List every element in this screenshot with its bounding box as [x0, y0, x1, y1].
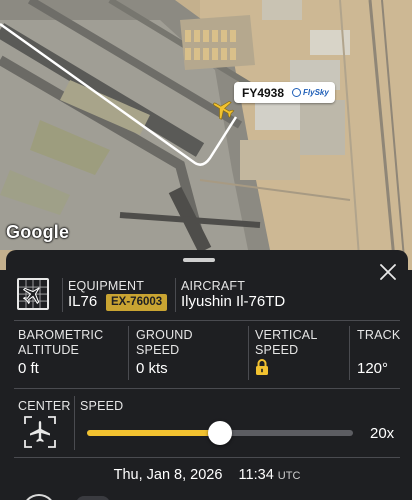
- airline-logo: FlySky: [292, 88, 329, 97]
- divider: [74, 396, 75, 450]
- speed-slider-fill: [87, 430, 220, 436]
- divider: [248, 326, 249, 380]
- divider: [14, 320, 400, 321]
- divider: [128, 326, 129, 380]
- stat-label: GROUND: [136, 328, 193, 342]
- equipment-label: EQUIPMENT: [68, 279, 145, 293]
- altitude-value: 0 ft: [18, 360, 39, 377]
- drag-handle[interactable]: [183, 258, 215, 262]
- timezone-text: UTC: [277, 470, 301, 482]
- speed-value: 20x: [370, 425, 395, 442]
- aircraft-grid-icon: [17, 278, 49, 310]
- center-label: CENTER: [18, 399, 71, 413]
- stat-label: SPEED: [136, 343, 180, 357]
- divider: [349, 326, 350, 380]
- play-button[interactable]: [22, 494, 56, 500]
- speed-slider-handle[interactable]: [208, 421, 232, 445]
- divider: [14, 388, 400, 389]
- divider: [175, 278, 176, 312]
- flight-label[interactable]: FY4938 FlySky: [234, 82, 335, 103]
- date-text: Thu, Jan 8, 2026: [113, 467, 223, 483]
- playback-datetime: Thu, Jan 8, 2026 11:34 UTC: [6, 467, 408, 483]
- stat-label: ALTITUDE: [18, 343, 80, 357]
- map-view[interactable]: FY4938 FlySky Google: [0, 0, 412, 270]
- center-aircraft-icon[interactable]: [24, 416, 56, 448]
- equipment-type: IL76: [68, 293, 98, 310]
- timeline-button[interactable]: [76, 496, 110, 500]
- airline-logo-text: FlySky: [303, 88, 329, 97]
- ground-speed-value: 0 kts: [136, 360, 168, 377]
- stat-label: BAROMETRIC: [18, 328, 104, 342]
- aircraft-model: Ilyushin Il-76TD: [181, 293, 286, 310]
- airline-logo-mark: [292, 88, 302, 97]
- flight-info-panel: EQUIPMENT IL76 EX-76003 AIRCRAFT Ilyushi…: [6, 250, 408, 500]
- registration-badge[interactable]: EX-76003: [106, 294, 168, 311]
- time-text: 11:34: [238, 467, 274, 483]
- equipment-row: EQUIPMENT IL76 EX-76003 AIRCRAFT Ilyushi…: [6, 278, 408, 320]
- divider: [14, 457, 400, 458]
- google-logo: Google: [6, 222, 70, 242]
- lock-icon[interactable]: [255, 359, 269, 376]
- speed-label: SPEED: [80, 399, 124, 413]
- divider: [62, 278, 63, 312]
- track-value: 120°: [357, 360, 389, 377]
- stat-label: TRACK: [357, 328, 401, 342]
- flight-number: FY4938: [242, 85, 285, 100]
- stat-label: SPEED: [255, 343, 299, 357]
- stat-label: VERTICAL: [255, 328, 318, 342]
- aircraft-label: AIRCRAFT: [181, 279, 246, 293]
